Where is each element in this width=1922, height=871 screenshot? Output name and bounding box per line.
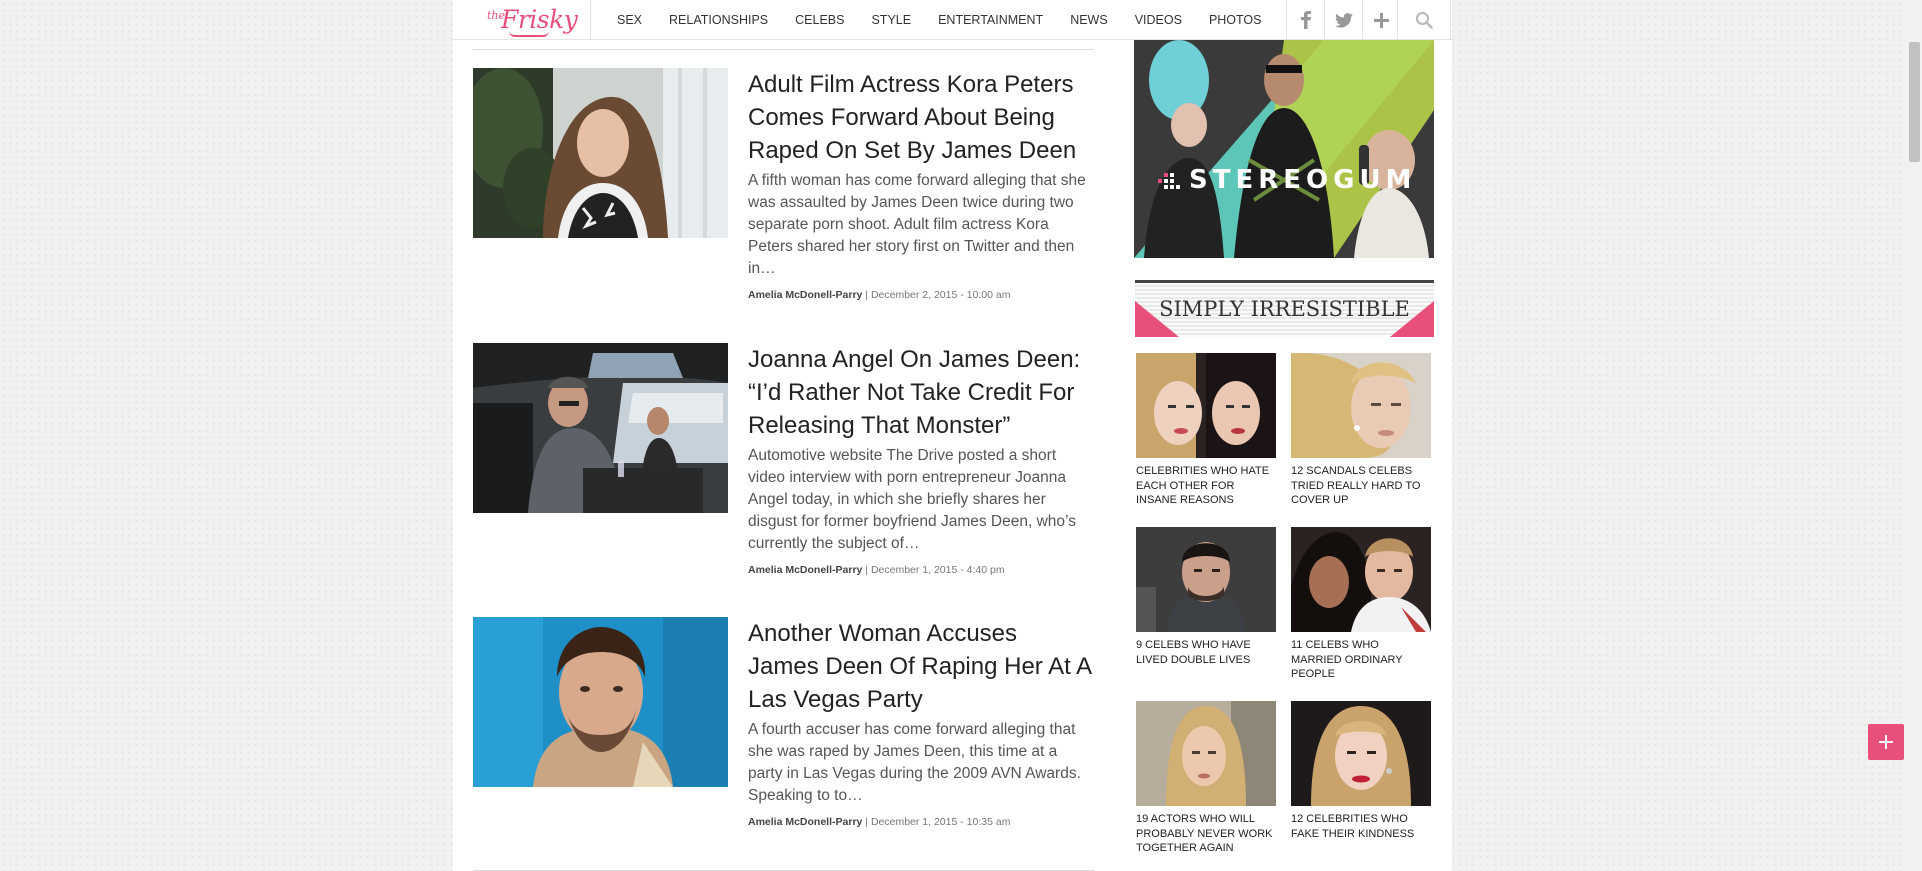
article-excerpt: Automotive website The Drive posted a sh…	[748, 447, 1076, 552]
promo-image	[1291, 701, 1431, 806]
article-title[interactable]: Joanna Angel On James Deen: “I’d Rather …	[748, 343, 1094, 442]
facebook-icon[interactable]	[1286, 0, 1324, 40]
article-meta: Amelia McDonell-Parry | December 1, 2015…	[748, 564, 1094, 576]
article-thumbnail[interactable]	[473, 343, 728, 513]
article-excerpt: A fourth accuser has come forward allegi…	[748, 721, 1081, 804]
nav-item-sex[interactable]: SEX	[617, 13, 642, 27]
promo-caption: 9 CELEBS WHO HAVE LIVED DOUBLE LIVES	[1136, 639, 1251, 666]
stereogum-ad[interactable]: STEREOGUM	[1134, 40, 1434, 258]
promo-caption: 11 CELEBS WHO MARRIED ORDINARY PEOPLE	[1291, 639, 1403, 680]
article-meta: Amelia McDonell-Parry | December 2, 2015…	[748, 289, 1094, 301]
section-title: SIMPLY IRRESISTIBLE	[1159, 297, 1410, 321]
article-date: | December 1, 2015 - 4:40 pm	[865, 564, 1005, 576]
nav-divider	[590, 0, 591, 40]
search-icon	[1415, 11, 1433, 29]
nav-item-videos[interactable]: VIDEOS	[1135, 13, 1182, 27]
article-date: | December 1, 2015 - 10:35 am	[865, 816, 1011, 828]
article-thumbnail[interactable]	[473, 617, 728, 787]
nav-item-relationships[interactable]: RELATIONSHIPS	[669, 13, 768, 27]
promo-image	[1136, 527, 1276, 632]
site-logo[interactable]: the Frisky	[487, 3, 578, 37]
promo-image	[1291, 353, 1431, 458]
promo-image	[1291, 527, 1431, 632]
top-navigation: the Frisky SEX RELATIONSHIPS CELEBS STYL…	[453, 0, 1452, 40]
article-title[interactable]: Adult Film Actress Kora Peters Comes For…	[748, 68, 1094, 167]
promo-caption: 19 ACTORS WHO WILL PROBABLY NEVER WORK T…	[1136, 813, 1273, 854]
nav-item-photos[interactable]: PHOTOS	[1209, 13, 1262, 27]
promo-image	[1136, 353, 1276, 458]
plus-icon	[1879, 735, 1893, 749]
main-menu: SEX RELATIONSHIPS CELEBS STYLE ENTERTAIN…	[617, 0, 1289, 40]
scrollbar-thumb[interactable]	[1909, 42, 1920, 162]
nav-item-entertainment[interactable]: ENTERTAINMENT	[938, 13, 1043, 27]
promo-tile[interactable]: 12 CELEBRITIES WHO FAKE THEIR KINDNESS	[1291, 701, 1431, 841]
twitter-icon[interactable]	[1324, 0, 1362, 40]
divider	[473, 49, 1094, 50]
plus-icon[interactable]	[1362, 0, 1400, 40]
floating-plus-button[interactable]	[1868, 724, 1904, 760]
nav-item-celebs[interactable]: CELEBS	[795, 13, 844, 27]
article-author[interactable]: Amelia McDonell-Parry	[748, 289, 862, 301]
search-button[interactable]	[1397, 0, 1451, 40]
page-scrollbar[interactable]	[1905, 0, 1922, 871]
promo-caption: 12 SCANDALS CELEBS TRIED REALLY HARD TO …	[1291, 465, 1421, 506]
article-thumbnail[interactable]	[473, 68, 728, 238]
article-title[interactable]: Another Woman Accuses James Deen Of Rapi…	[748, 617, 1094, 716]
promo-tile[interactable]: 9 CELEBS WHO HAVE LIVED DOUBLE LIVES	[1136, 527, 1276, 667]
social-links	[1286, 0, 1400, 40]
content-area: Adult Film Actress Kora Peters Comes For…	[453, 40, 1452, 871]
stereogum-logo-icon	[1158, 173, 1180, 189]
promo-tile[interactable]: CELEBRITIES WHO HATE EACH OTHER FOR INSA…	[1136, 353, 1276, 508]
promo-tile[interactable]: 19 ACTORS WHO WILL PROBABLY NEVER WORK T…	[1136, 701, 1276, 856]
nav-item-style[interactable]: STYLE	[871, 13, 911, 27]
article-author[interactable]: Amelia McDonell-Parry	[748, 816, 862, 828]
promo-caption: CELEBRITIES WHO HATE EACH OTHER FOR INSA…	[1136, 465, 1270, 506]
promo-caption: 12 CELEBRITIES WHO FAKE THEIR KINDNESS	[1291, 813, 1415, 840]
ad-brand-text: STEREOGUM	[1189, 165, 1417, 195]
article-author[interactable]: Amelia McDonell-Parry	[748, 564, 862, 576]
promo-tile[interactable]: 12 SCANDALS CELEBS TRIED REALLY HARD TO …	[1291, 353, 1431, 508]
promo-image	[1136, 701, 1276, 806]
article-meta: Amelia McDonell-Parry | December 1, 2015…	[748, 816, 1094, 828]
promo-tile[interactable]: 11 CELEBS WHO MARRIED ORDINARY PEOPLE	[1291, 527, 1431, 682]
article-excerpt: A fifth woman has come forward alleging …	[748, 172, 1086, 277]
article-date: | December 2, 2015 - 10:00 am	[865, 289, 1011, 301]
nav-item-news[interactable]: NEWS	[1070, 13, 1108, 27]
section-header: SIMPLY IRRESISTIBLE	[1135, 280, 1434, 337]
